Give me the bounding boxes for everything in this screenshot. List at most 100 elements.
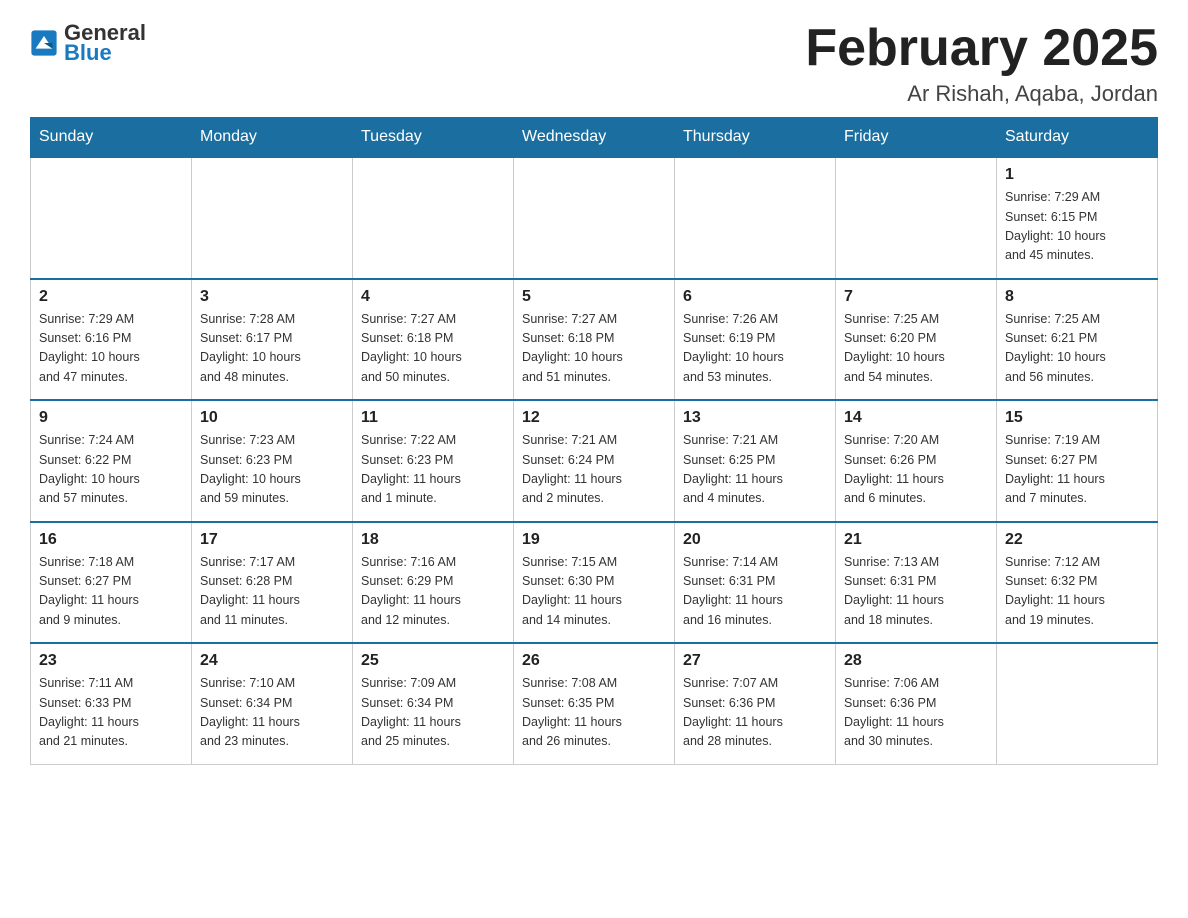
calendar-table: SundayMondayTuesdayWednesdayThursdayFrid… [30,117,1158,765]
day-info: Sunrise: 7:28 AM Sunset: 6:17 PM Dayligh… [200,310,344,388]
calendar-cell: 23 Sunrise: 7:11 AM Sunset: 6:33 PM Dayli… [31,643,192,764]
calendar-cell: 9Sunrise: 7:24 AM Sunset: 6:22 PM Daylig… [31,400,192,522]
calendar-cell: 12 Sunrise: 7:21 AM Sunset: 6:24 PM Dayli… [514,400,675,522]
day-number: 28 [844,652,988,670]
day-number: 10 [200,409,344,427]
calendar-cell: 16Sunrise: 7:18 AM Sunset: 6:27 PM Dayli… [31,522,192,644]
calendar-cell [31,157,192,279]
calendar-cell: 25Sunrise: 7:09 AM Sunset: 6:34 PM Dayli… [353,643,514,764]
calendar-cell: 17 Sunrise: 7:17 AM Sunset: 6:28 PM Dayli… [192,522,353,644]
calendar-cell: 27 Sunrise: 7:07 AM Sunset: 6:36 PM Dayli… [675,643,836,764]
calendar-cell [997,643,1158,764]
day-number: 22 [1005,531,1149,549]
day-number: 18 [361,531,505,549]
day-info: Sunrise: 7:21 AM Sunset: 6:25 PM Dayligh… [683,431,827,509]
day-number: 8 [1005,288,1149,306]
calendar-cell: 1 Sunrise: 7:29 AM Sunset: 6:15 PM Daylig… [997,157,1158,279]
calendar-week-4: 16Sunrise: 7:18 AM Sunset: 6:27 PM Dayli… [31,522,1158,644]
logo-icon [30,29,58,57]
day-info: Sunrise: 7:29 AM Sunset: 6:15 PM Dayligh… [1005,188,1149,266]
calendar-cell: 5 Sunrise: 7:27 AM Sunset: 6:18 PM Daylig… [514,279,675,401]
calendar-cell: 19 Sunrise: 7:15 AM Sunset: 6:30 PM Dayli… [514,522,675,644]
day-number: 24 [200,652,344,670]
calendar-week-2: 2 Sunrise: 7:29 AM Sunset: 6:16 PM Daylig… [31,279,1158,401]
calendar-cell: 14Sunrise: 7:20 AM Sunset: 6:26 PM Dayli… [836,400,997,522]
day-number: 23 [39,652,183,670]
calendar-cell: 28 Sunrise: 7:06 AM Sunset: 6:36 PM Dayli… [836,643,997,764]
day-info: Sunrise: 7:21 AM Sunset: 6:24 PM Dayligh… [522,431,666,509]
calendar-cell [353,157,514,279]
calendar-cell: 20 Sunrise: 7:14 AM Sunset: 6:31 PM Dayli… [675,522,836,644]
header-saturday: Saturday [997,118,1158,158]
day-number: 1 [1005,166,1149,184]
day-info: Sunrise: 7:27 AM Sunset: 6:18 PM Dayligh… [522,310,666,388]
day-number: 7 [844,288,988,306]
day-info: Sunrise: 7:29 AM Sunset: 6:16 PM Dayligh… [39,310,183,388]
day-info: Sunrise: 7:06 AM Sunset: 6:36 PM Dayligh… [844,674,988,752]
calendar-header-row: SundayMondayTuesdayWednesdayThursdayFrid… [31,118,1158,158]
calendar-cell [192,157,353,279]
header-monday: Monday [192,118,353,158]
day-info: Sunrise: 7:13 AM Sunset: 6:31 PM Dayligh… [844,553,988,631]
calendar-cell: 18Sunrise: 7:16 AM Sunset: 6:29 PM Dayli… [353,522,514,644]
day-number: 6 [683,288,827,306]
calendar-cell: 15 Sunrise: 7:19 AM Sunset: 6:27 PM Dayli… [997,400,1158,522]
day-info: Sunrise: 7:11 AM Sunset: 6:33 PM Dayligh… [39,674,183,752]
calendar-week-1: 1 Sunrise: 7:29 AM Sunset: 6:15 PM Daylig… [31,157,1158,279]
calendar-cell: 24 Sunrise: 7:10 AM Sunset: 6:34 PM Dayli… [192,643,353,764]
day-info: Sunrise: 7:24 AM Sunset: 6:22 PM Dayligh… [39,431,183,509]
day-info: Sunrise: 7:20 AM Sunset: 6:26 PM Dayligh… [844,431,988,509]
calendar-cell: 3 Sunrise: 7:28 AM Sunset: 6:17 PM Daylig… [192,279,353,401]
day-info: Sunrise: 7:07 AM Sunset: 6:36 PM Dayligh… [683,674,827,752]
calendar-cell: 6 Sunrise: 7:26 AM Sunset: 6:19 PM Daylig… [675,279,836,401]
day-info: Sunrise: 7:15 AM Sunset: 6:30 PM Dayligh… [522,553,666,631]
day-info: Sunrise: 7:18 AM Sunset: 6:27 PM Dayligh… [39,553,183,631]
calendar-cell [514,157,675,279]
calendar-cell: 7 Sunrise: 7:25 AM Sunset: 6:20 PM Daylig… [836,279,997,401]
day-number: 13 [683,409,827,427]
day-number: 3 [200,288,344,306]
location-title: Ar Rishah, Aqaba, Jordan [805,81,1158,107]
day-number: 17 [200,531,344,549]
day-info: Sunrise: 7:10 AM Sunset: 6:34 PM Dayligh… [200,674,344,752]
logo: General Blue [30,20,146,66]
day-number: 27 [683,652,827,670]
day-info: Sunrise: 7:14 AM Sunset: 6:31 PM Dayligh… [683,553,827,631]
day-info: Sunrise: 7:27 AM Sunset: 6:18 PM Dayligh… [361,310,505,388]
day-number: 19 [522,531,666,549]
day-number: 11 [361,409,505,427]
day-info: Sunrise: 7:25 AM Sunset: 6:20 PM Dayligh… [844,310,988,388]
day-info: Sunrise: 7:25 AM Sunset: 6:21 PM Dayligh… [1005,310,1149,388]
calendar-cell: 2 Sunrise: 7:29 AM Sunset: 6:16 PM Daylig… [31,279,192,401]
day-info: Sunrise: 7:19 AM Sunset: 6:27 PM Dayligh… [1005,431,1149,509]
day-info: Sunrise: 7:22 AM Sunset: 6:23 PM Dayligh… [361,431,505,509]
calendar-cell [836,157,997,279]
day-number: 2 [39,288,183,306]
page-header: General Blue February 2025 Ar Rishah, Aq… [30,20,1158,107]
header-sunday: Sunday [31,118,192,158]
day-number: 15 [1005,409,1149,427]
calendar-cell: 21 Sunrise: 7:13 AM Sunset: 6:31 PM Dayli… [836,522,997,644]
day-info: Sunrise: 7:08 AM Sunset: 6:35 PM Dayligh… [522,674,666,752]
day-info: Sunrise: 7:23 AM Sunset: 6:23 PM Dayligh… [200,431,344,509]
calendar-week-5: 23 Sunrise: 7:11 AM Sunset: 6:33 PM Dayli… [31,643,1158,764]
day-number: 4 [361,288,505,306]
header-tuesday: Tuesday [353,118,514,158]
day-info: Sunrise: 7:12 AM Sunset: 6:32 PM Dayligh… [1005,553,1149,631]
day-number: 21 [844,531,988,549]
calendar-cell: 22 Sunrise: 7:12 AM Sunset: 6:32 PM Dayli… [997,522,1158,644]
day-info: Sunrise: 7:26 AM Sunset: 6:19 PM Dayligh… [683,310,827,388]
day-info: Sunrise: 7:17 AM Sunset: 6:28 PM Dayligh… [200,553,344,631]
title-block: February 2025 Ar Rishah, Aqaba, Jordan [805,20,1158,107]
day-number: 25 [361,652,505,670]
day-number: 20 [683,531,827,549]
calendar-week-3: 9Sunrise: 7:24 AM Sunset: 6:22 PM Daylig… [31,400,1158,522]
day-number: 12 [522,409,666,427]
calendar-cell: 11 Sunrise: 7:22 AM Sunset: 6:23 PM Dayli… [353,400,514,522]
day-number: 5 [522,288,666,306]
header-thursday: Thursday [675,118,836,158]
calendar-cell: 13 Sunrise: 7:21 AM Sunset: 6:25 PM Dayli… [675,400,836,522]
calendar-cell: 8 Sunrise: 7:25 AM Sunset: 6:21 PM Daylig… [997,279,1158,401]
calendar-cell: 4 Sunrise: 7:27 AM Sunset: 6:18 PM Daylig… [353,279,514,401]
day-number: 26 [522,652,666,670]
